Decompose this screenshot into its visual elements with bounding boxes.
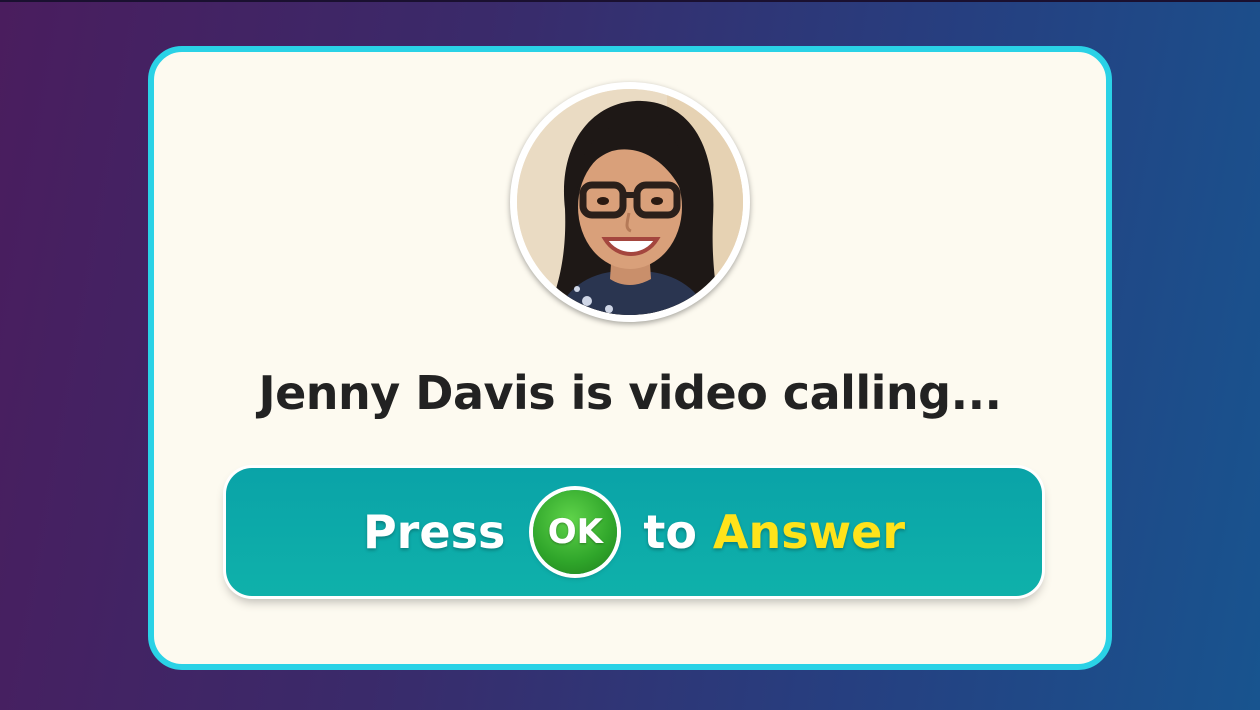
ok-key-label: OK <box>547 512 603 552</box>
answer-button-middle: to <box>643 505 697 559</box>
caller-avatar <box>510 82 750 322</box>
answer-button-action: Answer <box>712 505 906 559</box>
ok-key-icon: OK <box>533 490 618 574</box>
answer-button-prefix: Press <box>362 505 506 559</box>
call-message: Jenny Davis is video calling... <box>258 366 1002 420</box>
caller-photo-image <box>517 89 743 315</box>
caller-photo <box>517 89 743 315</box>
incoming-call-dialog: Jenny Davis is video calling... Press OK… <box>148 46 1112 670</box>
top-edge <box>0 0 1260 2</box>
answer-button[interactable]: Press OK to Answer <box>226 468 1042 596</box>
